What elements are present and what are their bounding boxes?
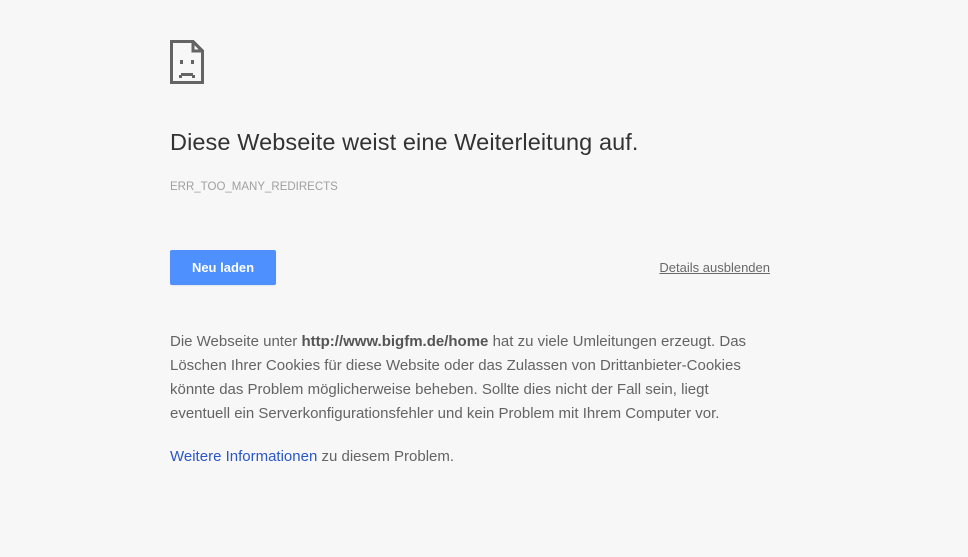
page-title: Diese Webseite weist eine Weiterleitung …: [170, 129, 639, 155]
error-details-text: Die Webseite unter http://www.bigfm.de/h…: [170, 330, 770, 426]
redirect-url: http://www.bigfm.de/home: [301, 333, 489, 350]
error-code: ERR_TOO_MANY_REDIRECTS: [170, 181, 338, 193]
reload-button[interactable]: Neu laden: [170, 250, 276, 285]
more-info-line: Weitere Informationen zu diesem Problem.: [170, 445, 454, 469]
more-info-link[interactable]: Weitere Informationen: [170, 448, 317, 465]
sad-document-icon: [170, 40, 204, 84]
details-text-prefix: Die Webseite unter: [170, 333, 302, 350]
more-info-suffix: zu diesem Problem.: [317, 448, 455, 465]
hide-details-link[interactable]: Details ausblenden: [659, 260, 770, 275]
